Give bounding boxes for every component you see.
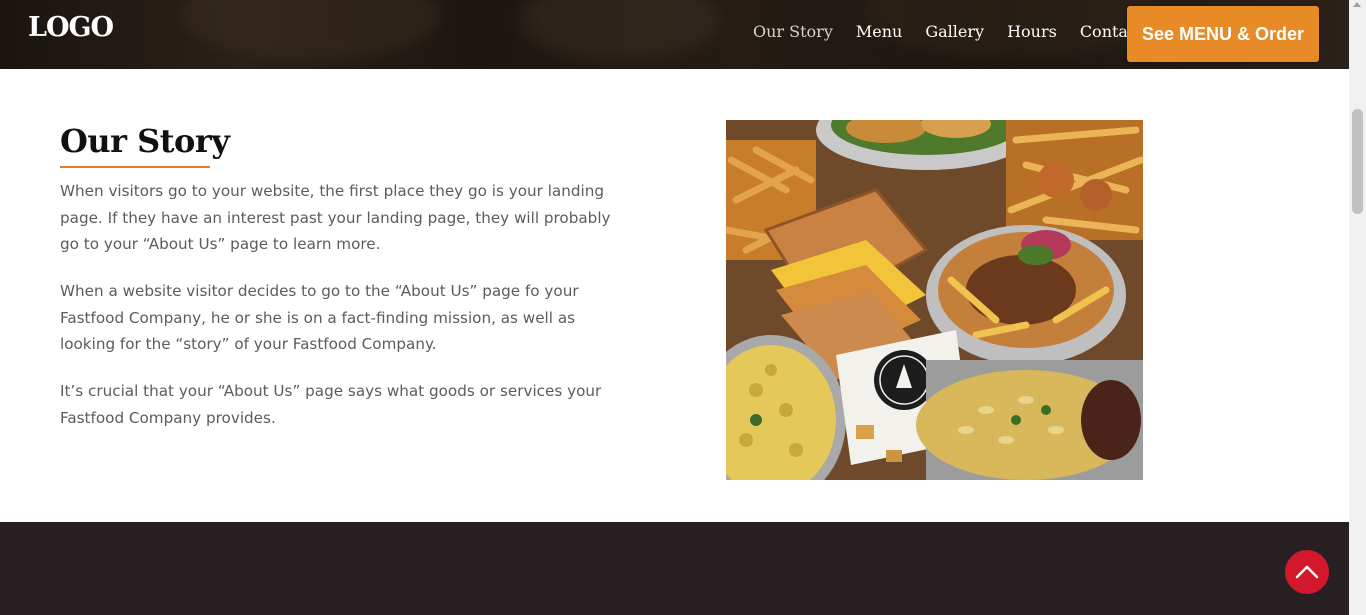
footer-section xyxy=(0,522,1349,615)
story-paragraph-3: It’s crucial that your “About Us” page s… xyxy=(60,382,602,427)
scroll-up-arrow-icon[interactable] xyxy=(1353,2,1361,7)
food-photo xyxy=(726,120,1143,480)
nav-our-story[interactable]: Our Story xyxy=(753,22,833,41)
site-logo[interactable]: LOGO xyxy=(28,12,114,43)
site-header: LOGO Our Story Menu Gallery Hours Contac… xyxy=(0,0,1349,69)
nav-hours[interactable]: Hours xyxy=(1007,22,1057,41)
scrollbar-thumb[interactable] xyxy=(1352,109,1363,214)
page-scrollbar[interactable] xyxy=(1349,0,1366,615)
section-title: Our Story xyxy=(60,122,230,160)
story-paragraph-1: When visitors go to your website, the fi… xyxy=(60,182,611,253)
nav-menu[interactable]: Menu xyxy=(856,22,902,41)
back-to-top-button[interactable] xyxy=(1285,550,1329,594)
see-menu-order-button[interactable]: See MENU & Order xyxy=(1127,6,1319,62)
chevron-up-icon xyxy=(1295,565,1319,579)
story-paragraph-2: When a website visitor decides to go to … xyxy=(60,282,579,353)
nav-gallery[interactable]: Gallery xyxy=(925,22,984,41)
title-underline xyxy=(60,166,210,168)
main-nav: Our Story Menu Gallery Hours Contact xyxy=(753,22,1166,41)
